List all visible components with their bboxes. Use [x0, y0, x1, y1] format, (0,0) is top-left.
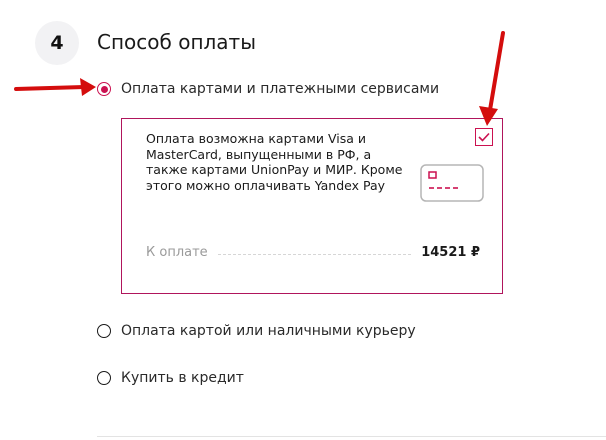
radio-button[interactable] — [97, 371, 111, 385]
payment-description: Оплата возможна картами Visa и MasterCar… — [146, 131, 403, 193]
checkout-payment-section: 4 Способ оплаты Оплата картами и платежн… — [0, 0, 606, 440]
credit-card-icon — [420, 164, 484, 202]
amount-label: К оплате — [146, 245, 208, 260]
section-title: Способ оплаты — [97, 30, 256, 54]
amount-row: К оплате 14521 ₽ — [146, 245, 480, 260]
radio-button[interactable] — [97, 324, 111, 338]
radio-button-checked[interactable] — [97, 82, 111, 96]
amount-leader-dots — [217, 253, 412, 255]
payment-option-label: Купить в кредит — [121, 370, 244, 386]
payment-option-cards-services[interactable]: Оплата картами и платежными сервисами — [97, 81, 439, 97]
annotation-arrow-right-icon — [14, 78, 96, 96]
payment-option-courier[interactable]: Оплата картой или наличными курьеру — [97, 323, 416, 339]
section-divider — [97, 436, 606, 437]
radio-dot — [100, 85, 108, 93]
checkmark-icon — [478, 132, 490, 142]
payment-option-label: Оплата картами и платежными сервисами — [121, 81, 440, 97]
step-number: 4 — [50, 32, 64, 54]
selected-checkbox[interactable] — [475, 128, 493, 146]
step-number-badge: 4 — [35, 21, 79, 65]
payment-option-credit[interactable]: Купить в кредит — [97, 370, 244, 386]
payment-option-label: Оплата картой или наличными курьеру — [121, 323, 416, 339]
amount-value: 14521 ₽ — [421, 245, 480, 260]
annotation-arrow-down-icon — [479, 31, 505, 126]
card-payment-details-box: Оплата возможна картами Visa и MasterCar… — [121, 118, 503, 294]
